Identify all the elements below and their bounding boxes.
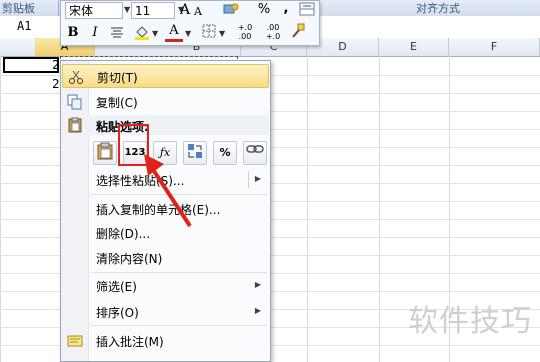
font-name-box[interactable]: 宋体 [65,2,123,19]
menu-item-label: 筛选(E) [96,280,137,294]
mini-toolbar: 宋体 ▼ 11 ▼ A A % , B I ▼ A ▼ ▼ +.0 .00 .0… [60,0,320,46]
menu-item-filter[interactable]: 筛选(E) ▶ [62,274,269,298]
chevron-down-icon[interactable]: ▼ [185,29,191,38]
italic-button[interactable]: I [89,25,101,41]
menu-item-label: 清除内容(N) [96,252,163,266]
paste-link-icon [244,142,266,164]
accounting-format-icon[interactable] [222,2,240,21]
comma-style-button[interactable]: , [281,1,291,17]
menu-item-label: 插入批注(M) [96,335,164,349]
paste-icon [94,142,116,164]
menu-item-insert-comment[interactable]: 插入批注(M) [62,329,269,353]
cell-a1-value: 2 [52,58,60,72]
active-cell-a1[interactable] [3,57,59,73]
paste-options-header: 粘贴选项: [62,115,269,135]
bold-button[interactable]: B [67,25,79,41]
clipboard-icon [67,117,83,136]
paste-formatting-button[interactable]: % [213,141,237,165]
menu-item-cut[interactable]: 剪切(T) [62,64,269,88]
submenu-arrow-icon: ▶ [254,306,261,315]
name-box-value: A1 [17,19,32,33]
menu-separator [91,325,267,326]
menu-item-clear-contents[interactable]: 清除内容(N) [62,246,269,270]
paste-button[interactable] [93,141,117,165]
borders-icon[interactable] [201,24,217,43]
chevron-down-icon[interactable]: ▼ [124,5,130,14]
percent-style-button[interactable]: % [257,2,271,18]
annotation-arrow-icon [144,154,192,228]
grow-font-icon[interactable]: A [178,2,192,18]
font-color-bar [165,39,183,42]
column-header-e[interactable]: E [379,38,449,56]
watermark: 软件技巧 [408,304,532,339]
decrease-decimal-button[interactable]: .00 +.0 [261,23,285,41]
menu-item-copy[interactable]: 复制(C) [62,90,269,114]
fill-color-icon[interactable] [133,24,151,45]
chevron-down-icon[interactable]: ▼ [152,29,158,38]
ribbon-group-clipboard-label: 剪贴板 [2,2,35,15]
format-painter-icon[interactable] [289,23,307,44]
grid-line [379,56,380,362]
grid-line [307,56,308,362]
merge-icon[interactable] [299,2,315,21]
submenu-separator [248,171,249,188]
paste-link-button[interactable] [243,141,267,165]
copy-icon [67,94,83,110]
font-color-button[interactable]: A [166,23,182,39]
cell-a2-value: 2 [52,77,60,91]
chevron-down-icon[interactable]: ▼ [219,29,225,38]
submenu-arrow-icon: ▶ [254,280,261,289]
menu-item-label: 剪切(T) [97,71,138,85]
ribbon-group-alignment-label: 对齐方式 [416,2,460,15]
font-size-value: 11 [135,4,151,18]
menu-item-label: 复制(C) [96,96,138,110]
menu-item-sort[interactable]: 排序(O) ▶ [62,300,269,324]
scissors-icon [68,69,84,85]
submenu-arrow-icon: ▶ [254,174,261,183]
comment-icon [67,333,83,349]
formatting-percent-icon: % [219,146,231,159]
increase-decimal-button[interactable]: +.0 .00 [233,23,257,41]
font-name-value: 宋体 [69,4,94,18]
column-header-f[interactable]: F [449,38,540,56]
menu-separator [91,272,267,273]
ribbon-separator [58,0,59,16]
font-size-box[interactable]: 11 [131,2,175,19]
menu-item-label: 排序(O) [96,306,139,320]
shrink-font-icon[interactable]: A [192,4,204,20]
align-center-icon[interactable] [109,25,125,44]
name-box[interactable]: A1 [0,16,63,38]
grid-line [0,56,1,362]
